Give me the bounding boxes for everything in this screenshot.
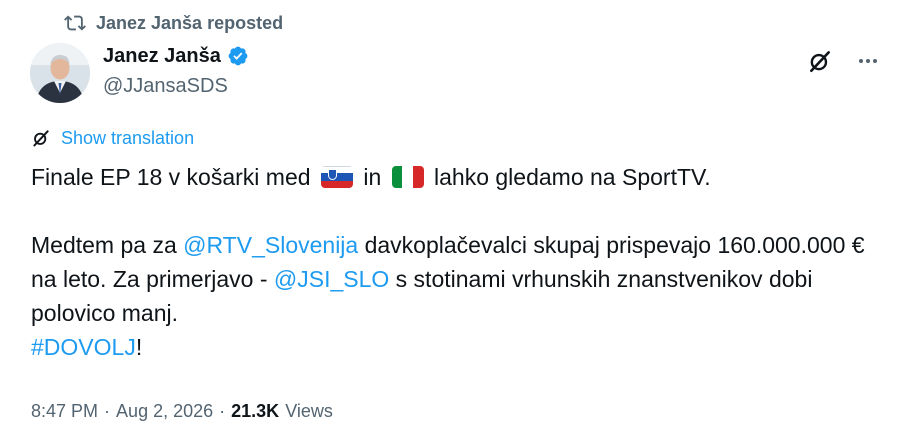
views-count[interactable]: 21.3K — [231, 399, 279, 423]
tweet-paragraph-2: Medtem pa za @RTV_Slovenija davkoplačeva… — [31, 228, 881, 330]
avatar[interactable] — [30, 43, 90, 103]
more-button[interactable] — [851, 44, 885, 78]
tweet-hashtag-line: #DOVOLJ! — [31, 330, 881, 364]
meta-separator: · — [104, 401, 111, 421]
author-name[interactable]: Janez Janša — [103, 44, 221, 68]
tweet-text-part: in — [363, 164, 382, 190]
italy-flag-icon — [391, 165, 424, 188]
show-translation-label: Show translation — [61, 128, 195, 148]
tweet-text-part: ! — [135, 334, 143, 360]
grok-button[interactable] — [803, 44, 837, 78]
tweet-text-part: Finale EP 18 v košarki med — [31, 164, 311, 190]
avatar-image — [30, 43, 90, 103]
more-icon — [859, 59, 877, 63]
repost-icon — [64, 15, 86, 31]
repost-label: Janez Janša reposted — [96, 12, 284, 33]
meta-separator: · — [219, 401, 226, 421]
mention-link-jsi[interactable]: @JSI_SLO — [274, 266, 389, 292]
slovenia-flag-icon — [320, 165, 353, 188]
tweet-text-part: Medtem pa za — [31, 232, 177, 258]
tweet-text: Finale EP 18 v košarki med in lahko gled… — [31, 160, 881, 364]
repost-indicator[interactable]: Janez Janša reposted — [64, 10, 283, 36]
show-translation-link[interactable]: Show translation — [31, 126, 194, 150]
views-label: Views — [285, 401, 333, 421]
hashtag-link[interactable]: #DOVOLJ — [31, 334, 136, 360]
tweet-line-1: Finale EP 18 v košarki med in lahko gled… — [31, 160, 881, 194]
tweet-text-part: lahko gledamo na SportTV. — [434, 164, 711, 190]
author-handle[interactable]: @JJansaSDS — [103, 74, 249, 98]
grok-icon — [810, 51, 830, 73]
mention-link-rtv[interactable]: @RTV_Slovenija — [183, 232, 358, 258]
verified-badge-icon — [228, 46, 248, 66]
tweet-date[interactable]: Aug 2, 2026 — [116, 399, 213, 423]
tweet-meta: 8:47 PM · Aug 2, 2026 · 21.3K Views — [31, 399, 333, 423]
tweet-time[interactable]: 8:47 PM — [31, 399, 98, 423]
grok-icon — [33, 130, 49, 147]
